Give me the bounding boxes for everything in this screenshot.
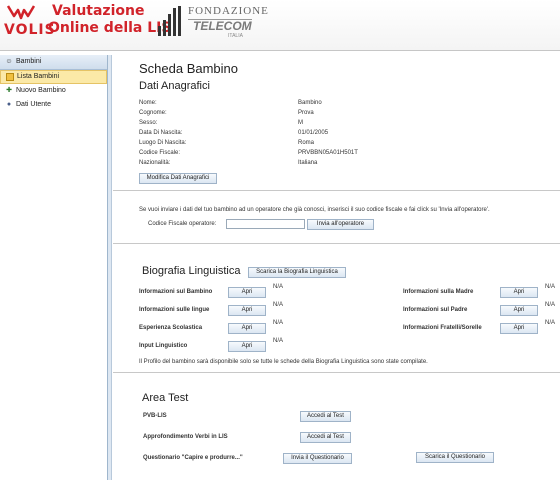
operator-cf-input[interactable] [226,219,305,229]
field-label-sesso: Sesso: [139,120,158,126]
send-to-operator-button[interactable]: Invia all'operatore [307,219,374,230]
field-value-nome: Bambino [298,100,322,106]
foundation-label: FONDAZIONE [188,5,269,17]
field-value-cognome: Prova [298,110,314,116]
bio-status-scolastica: N/A [273,320,284,326]
field-label-cognome: Cognome: [139,110,167,116]
sidebar-item-label: Nuovo Bambino [16,87,66,94]
main-content: Scheda Bambino Dati Anagrafici Nome: Bam… [113,55,560,480]
open-scolastica-button[interactable]: Apri [228,323,266,334]
add-child-icon: ✚ [6,87,12,94]
sidebar-item-lista-bambini[interactable]: Lista Bambini [0,70,107,84]
send-questionnaire-button[interactable]: Invia il Questionario [283,453,352,464]
list-icon [6,73,14,81]
field-value-data-nascita: 01/01/2005 [298,130,329,136]
open-padre-button[interactable]: Apri [500,305,538,316]
field-value-codice-fiscale: PRVBBN05A01H501T [298,150,358,156]
page-title: Scheda Bambino [139,61,239,76]
bio-label-madre: Informazioni sulla Madre [403,289,474,295]
biografia-note: Il Profilo del bambino sarà disponibile … [139,359,428,365]
foundation-logo-icon [158,6,182,36]
sidebar-item-nuovo-bambino[interactable]: ✚ Nuovo Bambino [0,84,107,98]
sidebar-header-label: Bambini [16,58,42,65]
sidebar-splitter[interactable] [108,55,112,480]
logo-title-line2: Online della LIS [48,20,172,36]
bio-label-input: Input Linguistico [139,343,188,349]
bio-status-lingue: N/A [273,302,284,308]
bio-status-padre: N/A [545,302,556,308]
field-label-luogo-nascita: Luogo Di Nascita: [139,140,187,146]
telecom-label: TELECOM [193,19,252,33]
area-test-title: Area Test [142,392,189,404]
app-header: VOLIS Valutazione Online della LIS FONDA… [0,0,560,51]
sidebar-item-label: Dati Utente [16,101,52,108]
download-questionnaire-button[interactable]: Scarica il Questionario [416,452,494,463]
test-label-pvb: PVB-LIS [143,413,167,419]
hands-logo-icon [6,5,36,20]
edit-anagrafica-button[interactable]: Modifica Dati Anagrafici [139,173,217,184]
field-value-sesso: M [298,120,303,126]
bio-label-fratelli: Informazioni Fratelli/Sorelle [403,325,482,331]
field-label-codice-fiscale: Codice Fiscale: [139,150,181,156]
user-icon: ● [6,101,12,108]
bio-status-fratelli: N/A [545,320,556,326]
sidebar-item-dati-utente[interactable]: ● Dati Utente [0,98,107,112]
open-madre-button[interactable]: Apri [500,287,538,298]
field-label-data-nascita: Data Di Nascita: [139,130,183,136]
divider [113,190,560,191]
field-label-nazionalita: Nazionalità: [139,160,171,166]
anagrafica-title: Dati Anagrafici [139,80,210,92]
bio-status-madre: N/A [545,284,556,290]
bio-label-lingue: Informazioni sulle lingue [139,307,210,313]
bio-label-bambino: Informazioni sul Bambino [139,289,213,295]
divider [113,243,560,244]
sidebar-item-label: Lista Bambini [17,73,60,80]
field-label-nome: Nome: [139,100,157,106]
sidebar: ☺ Bambini Lista Bambini ✚ Nuovo Bambino … [0,55,108,480]
open-fratelli-button[interactable]: Apri [500,323,538,334]
divider [113,372,560,373]
sidebar-header-bambini[interactable]: ☺ Bambini [0,55,107,70]
test-label-questionario: Questionario "Capire e produrre..." [143,455,243,461]
logo-title-line1: Valutazione [52,3,145,19]
telecom-sub-label: ITALIA [228,33,243,39]
access-verbi-test-button[interactable]: Accedi al Test [300,432,351,443]
field-value-luogo-nascita: Roma [298,140,315,146]
open-input-button[interactable]: Apri [228,341,266,352]
operator-cf-label: Codice Fiscale operatore: [148,221,217,227]
bio-label-padre: Informazioni sul Padre [403,307,468,313]
open-lingue-button[interactable]: Apri [228,305,266,316]
access-pvb-test-button[interactable]: Accedi al Test [300,411,351,422]
field-value-nazionalita: Italiana [298,160,318,166]
test-label-verbi: Approfondimento Verbi in LIS [143,434,228,440]
bio-status-bambino: N/A [273,284,284,290]
open-bambino-button[interactable]: Apri [228,287,266,298]
operator-instructions: Se vuoi inviare i dati del tuo bambino a… [139,207,490,213]
biografia-title: Biografia Linguistica [142,265,241,277]
bio-status-input: N/A [273,338,284,344]
child-icon: ☺ [5,58,13,65]
bio-label-scolastica: Esperienza Scolastica [139,325,203,331]
download-biografia-button[interactable]: Scarica la Biografia Linguistica [248,267,346,278]
